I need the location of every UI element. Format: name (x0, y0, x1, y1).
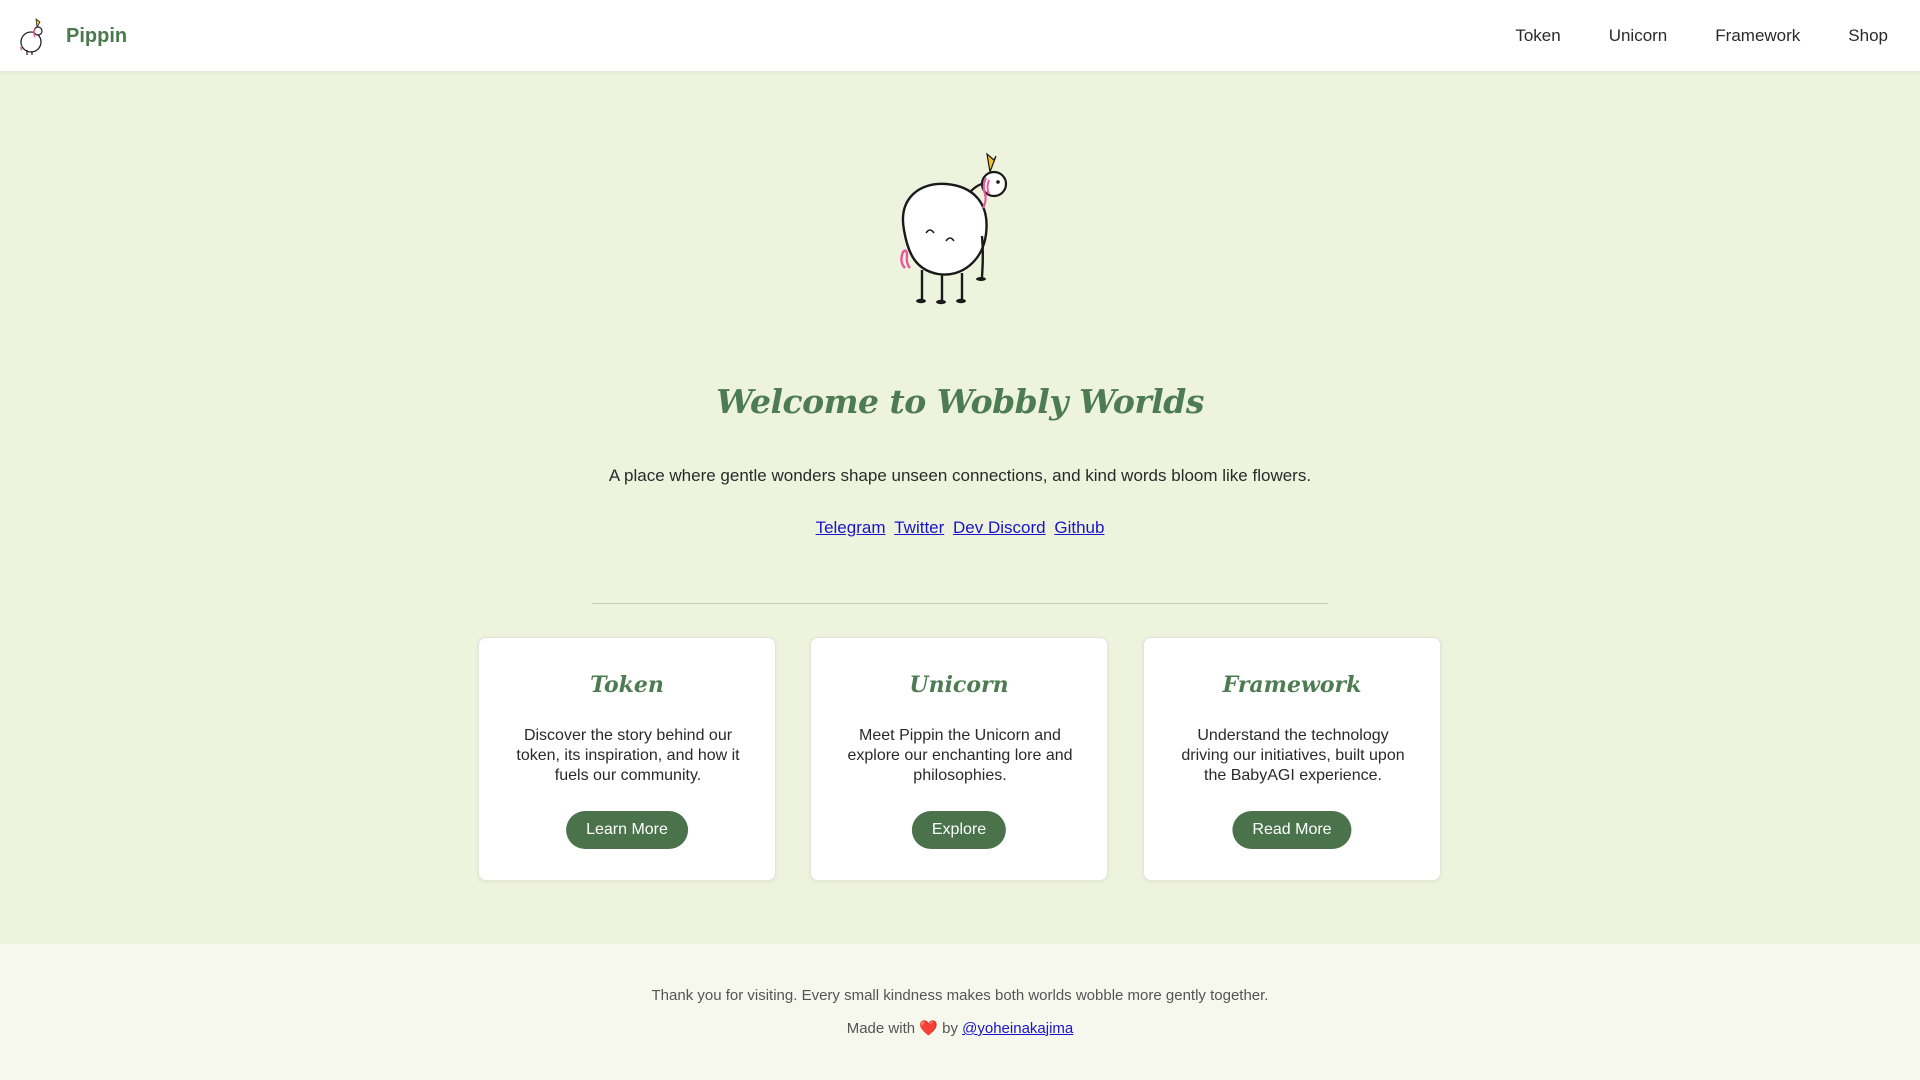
card-description: Understand the technology driving our in… (1181, 727, 1405, 784)
card-description: Meet Pippin the Unicorn and explore our … (847, 727, 1073, 784)
by-label: by (942, 1020, 958, 1037)
card-unicorn: Unicorn Meet Pippin the Unicorn and expl… (810, 637, 1108, 881)
pippin-unicorn-illustration (900, 152, 1008, 305)
section-divider (592, 603, 1328, 604)
nav-link-framework[interactable]: Framework (1715, 26, 1800, 46)
made-with-label: Made with (846, 1020, 916, 1037)
unicorn-icon (20, 18, 43, 55)
read-more-button[interactable]: Read More (1232, 811, 1352, 849)
card-description: Discover the story behind our token, its… (516, 727, 740, 784)
social-links: Telegram Twitter Dev Discord Github (0, 518, 1920, 538)
nav-link-shop[interactable]: Shop (1848, 26, 1888, 46)
hero-subtitle: A place where gentle wonders shape unsee… (608, 466, 1312, 485)
explore-button[interactable]: Explore (911, 811, 1007, 849)
heart-icon: ❤️ (919, 1020, 938, 1037)
dev-discord-link[interactable]: Dev Discord (953, 518, 1046, 537)
twitter-link[interactable]: Twitter (894, 518, 944, 537)
card-title: Unicorn (909, 672, 1009, 698)
learn-more-button[interactable]: Learn More (566, 811, 688, 849)
nav-link-unicorn[interactable]: Unicorn (1609, 26, 1668, 46)
navbar: Pippin Token Unicorn Framework Shop (0, 0, 1920, 72)
telegram-link[interactable]: Telegram (816, 518, 886, 537)
card-title: Framework (1222, 672, 1362, 698)
made-with-line: Made with ❤️ by @yoheinakajima (0, 1019, 1920, 1037)
hero-title: Welcome to Wobbly Worlds (716, 382, 1204, 421)
card-title: Token (590, 672, 664, 698)
brand-link[interactable]: Pippin (18, 16, 127, 56)
footer: Thank you for visiting. Every small kind… (0, 944, 1920, 1080)
author-link[interactable]: @yoheinakajima (962, 1020, 1073, 1037)
card-framework: Framework Understand the technology driv… (1143, 637, 1441, 881)
brand-name: Pippin (66, 24, 128, 47)
nav-link-token[interactable]: Token (1515, 26, 1560, 46)
card-token: Token Discover the story behind our toke… (478, 637, 776, 881)
nav-links: Token Unicorn Framework Shop (1515, 0, 1888, 72)
feature-cards: Token Discover the story behind our toke… (478, 637, 1442, 881)
footer-thanks: Thank you for visiting. Every small kind… (651, 987, 1269, 1004)
github-link[interactable]: Github (1054, 518, 1104, 537)
